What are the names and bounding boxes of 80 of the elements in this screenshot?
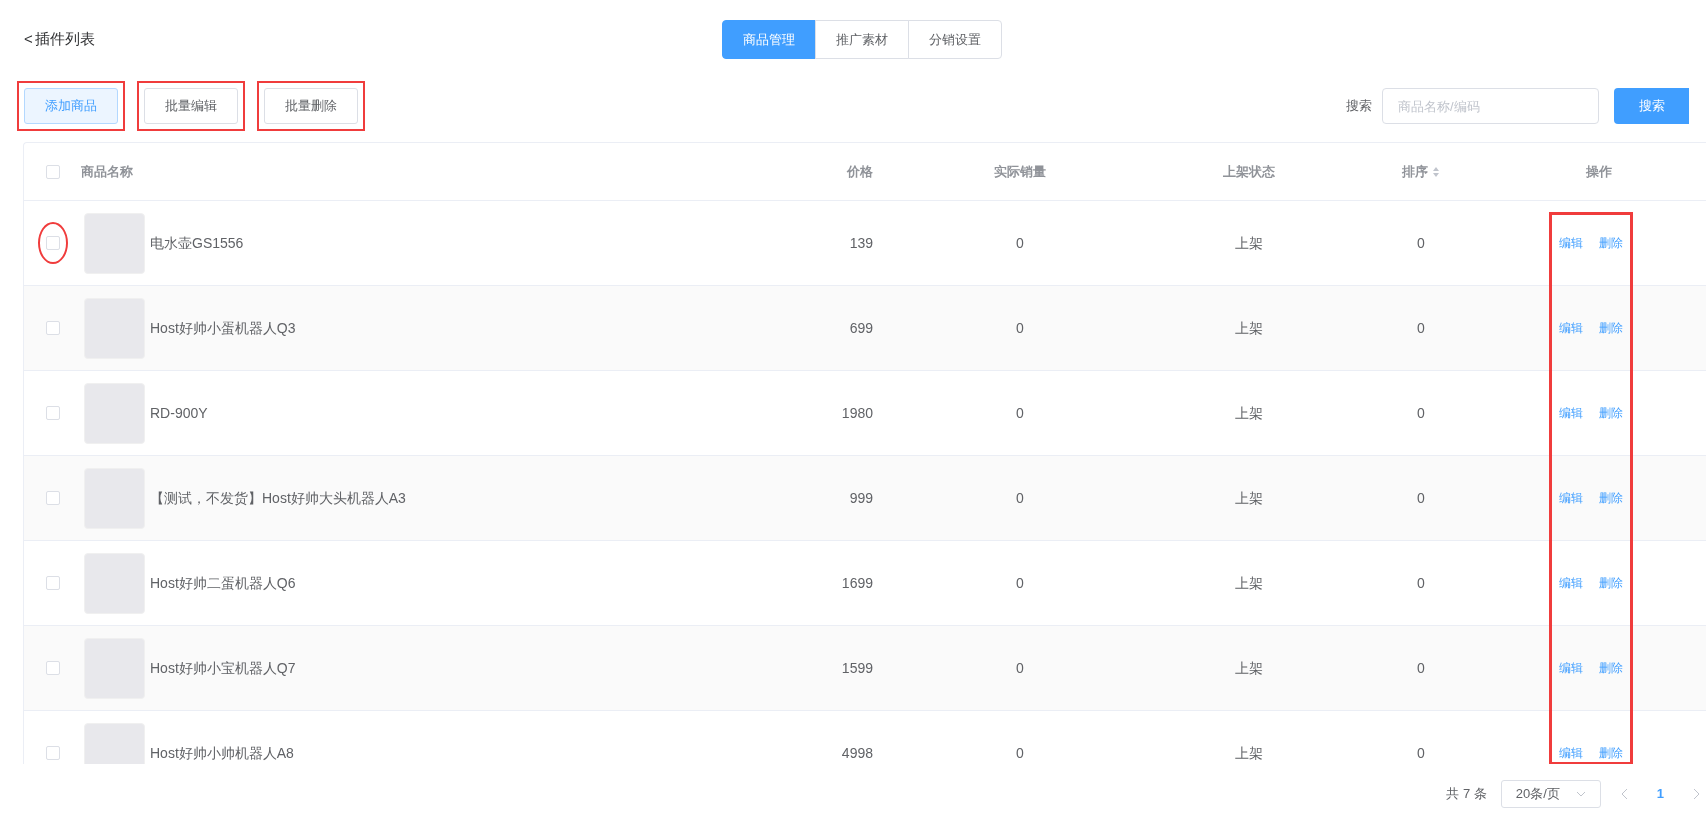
sales-text: 0: [1016, 233, 1024, 253]
product-name: Host好帅小宝机器人Q7: [150, 658, 296, 678]
chevron-down-icon: [1575, 791, 1586, 797]
price-text: 1699: [841, 573, 873, 593]
column-header[interactable]: 排序: [1402, 161, 1440, 182]
sales-text: 0: [1016, 403, 1024, 423]
product-name: Host好帅二蛋机器人Q6: [150, 573, 296, 593]
product-name: 【测试，不发货】Host好帅大头机器人A3: [150, 488, 406, 508]
product-name: 电水壶GS1556: [150, 233, 244, 253]
sort-text: 0: [1417, 403, 1425, 423]
action-link[interactable]: 编辑: [1559, 404, 1583, 422]
status-text: 上架: [1235, 318, 1263, 338]
search-button[interactable]: 搜索: [1614, 88, 1689, 124]
sales-text: 0: [1016, 573, 1024, 593]
checkbox[interactable]: [45, 236, 60, 250]
price-text: 1599: [841, 658, 873, 678]
sort-text: 0: [1417, 233, 1425, 253]
status-text: 上架: [1235, 488, 1263, 508]
search-label: 搜索: [1346, 97, 1372, 116]
action-link[interactable]: 删除: [1599, 744, 1623, 762]
sort-text: 0: [1417, 573, 1425, 593]
price-text: 699: [849, 318, 873, 338]
chevron-left-icon[interactable]: [1620, 788, 1629, 800]
checkbox[interactable]: [45, 164, 60, 179]
status-text: 上架: [1235, 403, 1263, 423]
price-text: 1980: [841, 403, 873, 423]
checkbox[interactable]: [45, 491, 60, 505]
toolbar-button[interactable]: 批量删除: [264, 88, 358, 124]
search-field[interactable]: 商品名称/编码: [1382, 88, 1599, 124]
checkbox[interactable]: [45, 661, 60, 675]
sales-text: 0: [1016, 743, 1024, 763]
action-link[interactable]: 编辑: [1559, 744, 1583, 762]
product-name: RD-900Y: [150, 403, 208, 423]
tab[interactable]: 商品管理: [722, 20, 816, 59]
action-link[interactable]: 删除: [1599, 489, 1623, 507]
price-text: 999: [849, 488, 873, 508]
action-link[interactable]: 删除: [1599, 234, 1623, 252]
sort-icon[interactable]: [1432, 165, 1440, 178]
action-link[interactable]: 编辑: [1559, 489, 1583, 507]
action-link[interactable]: 删除: [1599, 659, 1623, 677]
product-name: Host好帅小蛋机器人Q3: [150, 318, 296, 338]
sales-text: 0: [1016, 488, 1024, 508]
status-text: 上架: [1235, 573, 1263, 593]
page-size-select[interactable]: 20条/页: [1500, 780, 1601, 808]
column-header: 实际销量: [994, 162, 1046, 181]
action-link[interactable]: 删除: [1599, 319, 1623, 337]
action-link[interactable]: 删除: [1599, 574, 1623, 592]
checkbox[interactable]: [45, 406, 60, 420]
column-header: 商品名称: [81, 162, 133, 181]
sort-text: 0: [1417, 658, 1425, 678]
status-text: 上架: [1235, 233, 1263, 253]
toolbar-button[interactable]: 添加商品: [24, 88, 118, 124]
sort-text: 0: [1417, 488, 1425, 508]
checkbox[interactable]: [45, 746, 60, 760]
action-link[interactable]: 编辑: [1559, 234, 1583, 252]
tab[interactable]: 分销设置: [908, 20, 1002, 59]
toolbar-button[interactable]: 批量编辑: [144, 88, 238, 124]
action-link[interactable]: 删除: [1599, 404, 1623, 422]
sort-text: 0: [1417, 318, 1425, 338]
back-link[interactable]: <插件列表: [24, 28, 95, 51]
sales-text: 0: [1016, 658, 1024, 678]
checkbox[interactable]: [45, 576, 60, 590]
sales-text: 0: [1016, 318, 1024, 338]
price-text: 139: [849, 233, 873, 253]
tab[interactable]: 推广素材: [815, 20, 909, 59]
column-header: 上架状态: [1223, 162, 1275, 181]
action-link[interactable]: 编辑: [1559, 659, 1583, 677]
status-text: 上架: [1235, 743, 1263, 763]
column-header: 价格: [847, 162, 873, 181]
page-number[interactable]: 1: [1656, 784, 1664, 804]
action-link[interactable]: 编辑: [1559, 574, 1583, 592]
status-text: 上架: [1235, 658, 1263, 678]
checkbox[interactable]: [45, 321, 60, 335]
product-name: Host好帅小帅机器人A8: [150, 743, 294, 763]
column-header: 操作: [1586, 162, 1612, 181]
chevron-right-icon[interactable]: [1692, 788, 1700, 800]
price-text: 4998: [841, 743, 873, 763]
action-link[interactable]: 编辑: [1559, 319, 1583, 337]
total-count: 共 7 条: [1446, 785, 1487, 804]
sort-text: 0: [1417, 743, 1425, 763]
